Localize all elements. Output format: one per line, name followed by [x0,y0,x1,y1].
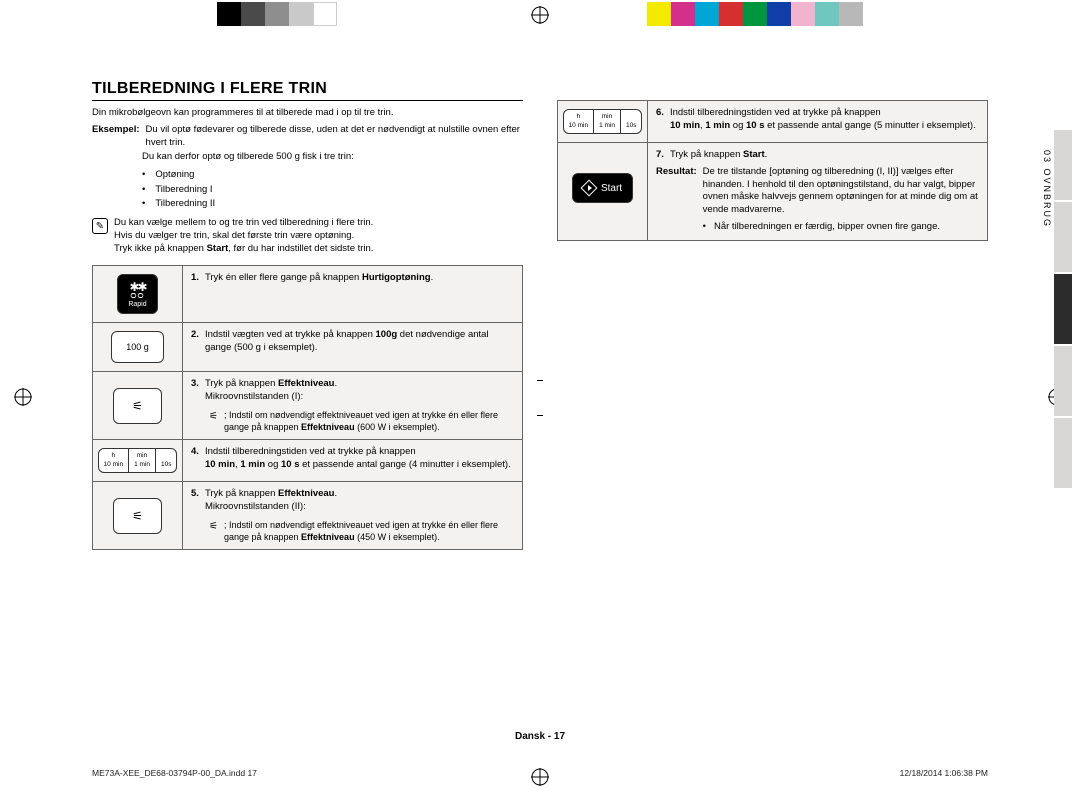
page-footer-right: 12/18/2014 1:06:38 PM [900,768,988,778]
step-text-cell: 4. Indstil tilberedningstiden ved at try… [183,440,523,482]
sub-note: ⚟ ; Indstil om nødvendigt effektniveauet… [191,410,514,433]
note-line: Tryk ikke på knappen Start, før du har i… [114,243,373,256]
side-tab-bars [1054,130,1072,490]
icon-cell-power: ⚟ [93,372,183,440]
section-tab: 03 OVNBRUG [1042,150,1052,228]
start-button-icon: Start [572,173,633,203]
note-line: Hvis du vælger tre trin, skal det første… [114,230,373,243]
intro-text: Din mikrobølgeovn kan programmeres til a… [92,107,523,120]
registration-mark-left [14,388,32,406]
note-line: Du kan vælge mellem to og tre trin ved t… [114,217,373,230]
timer-button-icon: h10 min min1 min 10s [98,448,178,473]
power-button-icon: ⚟ [113,498,162,534]
play-icon [580,180,597,197]
note-block: ✎ Du kan vælge mellem to og tre trin ved… [92,217,523,255]
table-row: 100 g 2. Indstil vægten ved at trykke på… [93,323,523,372]
icon-cell-timer: h10 min min1 min 10s [558,101,648,143]
weight-button-icon: 100 g [111,331,164,363]
page-footer-center: Dansk - 17 [0,731,1080,742]
step-text-cell: 1. Tryk én eller flere gange på knappen … [183,266,523,323]
example-body2: Du kan derfor optø og tilberede 500 g fi… [142,151,523,164]
sub-note: ⚟ ; Indstil om nødvendigt effektniveauet… [191,520,514,543]
table-row: h10 min min1 min 10s 4. Indstil tilbered… [93,440,523,482]
table-row: h10 min min1 min 10s 6. Indstil tilbered… [558,101,988,143]
wave-icon: ⚟ [209,520,218,543]
bullet-item: Optøning [142,168,523,182]
bullet-item: Tilberedning I [142,183,523,197]
stage-bullets: Optøning Tilberedning I Tilberedning II [142,168,523,211]
left-column: TILBEREDNING I FLERE TRIN Din mikrobølge… [92,80,523,730]
registration-mark-top [531,6,549,24]
step-text-cell: 2. Indstil vægten ved at trykke på knapp… [183,323,523,372]
wave-icon: ⚟ [209,410,218,433]
right-column: h10 min min1 min 10s 6. Indstil tilbered… [557,80,988,730]
power-button-icon: ⚟ [113,388,162,424]
icon-cell-start: Start [558,143,648,241]
result-bullet: •Når tilberedningen er færdig, bipper ov… [703,221,979,234]
icon-cell-timer: h10 min min1 min 10s [93,440,183,482]
result-label: Resultat: [656,166,697,234]
page-title: TILBEREDNING I FLERE TRIN [92,80,523,101]
steps-table-right: h10 min min1 min 10s 6. Indstil tilbered… [557,100,988,241]
step-text-cell: 3. Tryk på knappen Effektniveau. Mikroov… [183,372,523,440]
table-row: ✱✱ᴑᴑ Rapid 1. Tryk én eller flere gange … [93,266,523,323]
example-block: Eksempel: Du vil optø fødevarer og tilbe… [92,124,523,150]
rapid-button-icon: ✱✱ᴑᴑ Rapid [117,274,157,314]
step-text-cell: 7. Tryk på knappen Start. Resultat: De t… [648,143,988,241]
result-body: De tre tilstande [optøning og tilberedni… [703,166,978,215]
bullet-item: Tilberedning II [142,197,523,211]
note-icon: ✎ [92,218,108,234]
step-text-cell: 6. Indstil tilberedningstiden ved at try… [648,101,988,143]
table-row: ⚟ 5. Tryk på knappen Effektniveau. Mikro… [93,482,523,550]
table-row: Start 7. Tryk på knappen Start. Resultat… [558,143,988,241]
table-row: ⚟ 3. Tryk på knappen Effektniveau. Mikro… [93,372,523,440]
icon-cell-100g: 100 g [93,323,183,372]
timer-button-icon: h10 min min1 min 10s [563,109,643,134]
example-label: Eksempel: [92,124,140,150]
icon-cell-power: ⚟ [93,482,183,550]
registration-mark-bottom [531,768,549,786]
step-text-cell: 5. Tryk på knappen Effektniveau. Mikroov… [183,482,523,550]
steps-table-left: ✱✱ᴑᴑ Rapid 1. Tryk én eller flere gange … [92,265,523,550]
page-footer-left: ME73A-XEE_DE68-03794P-00_DA.indd 17 [92,768,257,778]
icon-cell-rapid: ✱✱ᴑᴑ Rapid [93,266,183,323]
example-body: Du vil optø fødevarer og tilberede disse… [146,124,523,150]
